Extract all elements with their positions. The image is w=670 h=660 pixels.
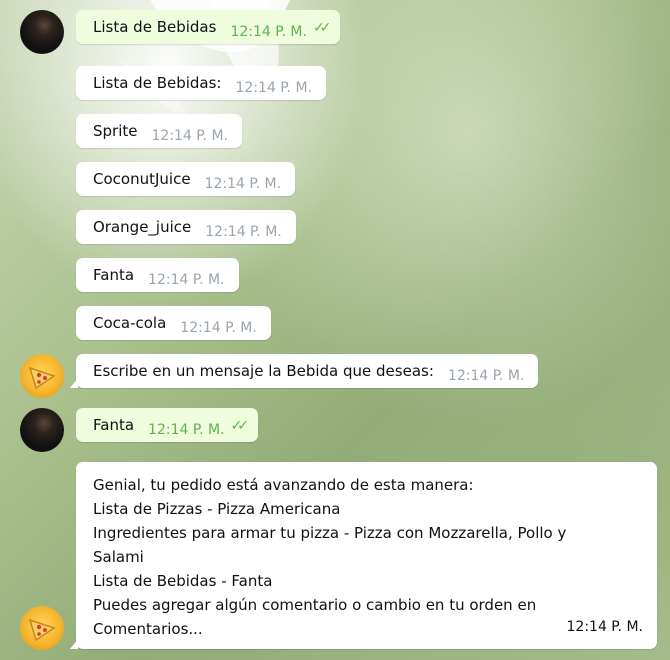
message-text: CoconutJuice [93, 170, 191, 188]
message-bubble-incoming[interactable]: Lista de Bebidas: 12:14 P. M. [76, 66, 326, 100]
message-bubble-outgoing[interactable]: Lista de Bebidas 12:14 P. M. ✓✓ [76, 10, 341, 44]
message-text: Orange_juice [93, 218, 192, 236]
message-text: Lista de Bebidas [93, 18, 217, 36]
bot-avatar[interactable] [20, 354, 64, 398]
bubble-tail [70, 639, 78, 649]
chat-history: Lista de Bebidas 12:14 P. M. ✓✓ Lista de B… [0, 0, 670, 660]
double-check-read-icon: ✓✓ [312, 20, 332, 36]
message-time: 12:14 P. M. [566, 619, 644, 635]
message-text: Lista de Bebidas: [93, 74, 222, 92]
message-line: Lista de Bebidas - Fanta [93, 572, 273, 590]
bot-avatar[interactable] [20, 606, 64, 650]
message-bubble-incoming[interactable]: Orange_juice 12:14 P. M. [76, 210, 296, 244]
message-line: Salami [93, 548, 144, 566]
message-line: Comentarios... [93, 620, 203, 638]
message-text: Sprite [93, 122, 138, 140]
bubble-tail [70, 378, 78, 388]
message-bubble-incoming-summary[interactable]: Genial, tu pedido está avanzando de esta… [70, 462, 657, 649]
message-line: Puedes agregar algún comentario o cambio… [93, 596, 537, 614]
message-bubble-incoming[interactable]: Escribe en un mensaje la Bebida que dese… [70, 354, 539, 388]
message-time: 12:14 P. M. [205, 224, 282, 240]
pizza-icon [28, 366, 56, 390]
message-line: Lista de Pizzas - Pizza Americana [93, 500, 341, 518]
pizza-icon [28, 618, 56, 642]
message-time: 12:14 P. M. [180, 320, 257, 336]
message-text: Fanta [93, 416, 135, 434]
double-check-read-icon: ✓✓ [230, 418, 250, 434]
message-time: 12:14 P. M. [235, 80, 313, 96]
message-time: 12:14 P. M. [151, 128, 229, 144]
message-text: Coca-cola [93, 314, 167, 332]
message-line: Genial, tu pedido está avanzando de esta… [93, 476, 474, 494]
message-bubble-outgoing[interactable]: Fanta 12:14 P. M. ✓✓ [76, 408, 258, 442]
message-time: 12:14 P. M. [148, 272, 225, 288]
message-text: Escribe en un mensaje la Bebida que dese… [93, 362, 434, 380]
message-bubble-incoming[interactable]: CoconutJuice 12:14 P. M. [76, 162, 296, 196]
message-time: 12:14 P. M. [230, 24, 307, 40]
message-time: 12:14 P. M. [148, 422, 225, 438]
message-time: 12:14 P. M. [204, 176, 282, 192]
message-line: Ingredientes para armar tu pizza - Pizza… [93, 524, 567, 542]
message-text: Fanta [93, 266, 135, 284]
user-avatar[interactable] [20, 408, 64, 452]
user-avatar[interactable] [20, 10, 64, 54]
message-time: 12:14 P. M. [447, 368, 525, 384]
message-bubble-incoming[interactable]: Fanta 12:14 P. M. [76, 258, 239, 292]
message-bubble-incoming[interactable]: Coca-cola 12:14 P. M. [76, 306, 271, 340]
message-bubble-incoming[interactable]: Sprite 12:14 P. M. [76, 114, 242, 148]
